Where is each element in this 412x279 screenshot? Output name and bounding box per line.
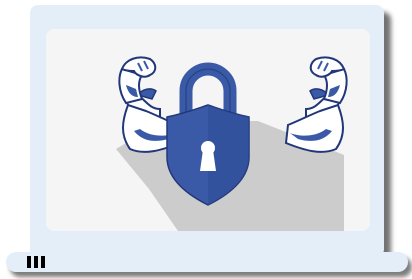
vent-slot xyxy=(41,256,45,268)
vent-slot xyxy=(34,256,38,268)
flexing-arm-right-icon xyxy=(284,56,348,153)
vent-slot xyxy=(27,256,31,268)
keyhole-icon xyxy=(200,141,216,171)
laptop-display xyxy=(46,29,370,231)
vent-icon xyxy=(27,256,45,268)
laptop-base xyxy=(6,252,408,272)
security-illustration xyxy=(116,56,348,231)
laptop-screen-bezel xyxy=(30,5,384,257)
